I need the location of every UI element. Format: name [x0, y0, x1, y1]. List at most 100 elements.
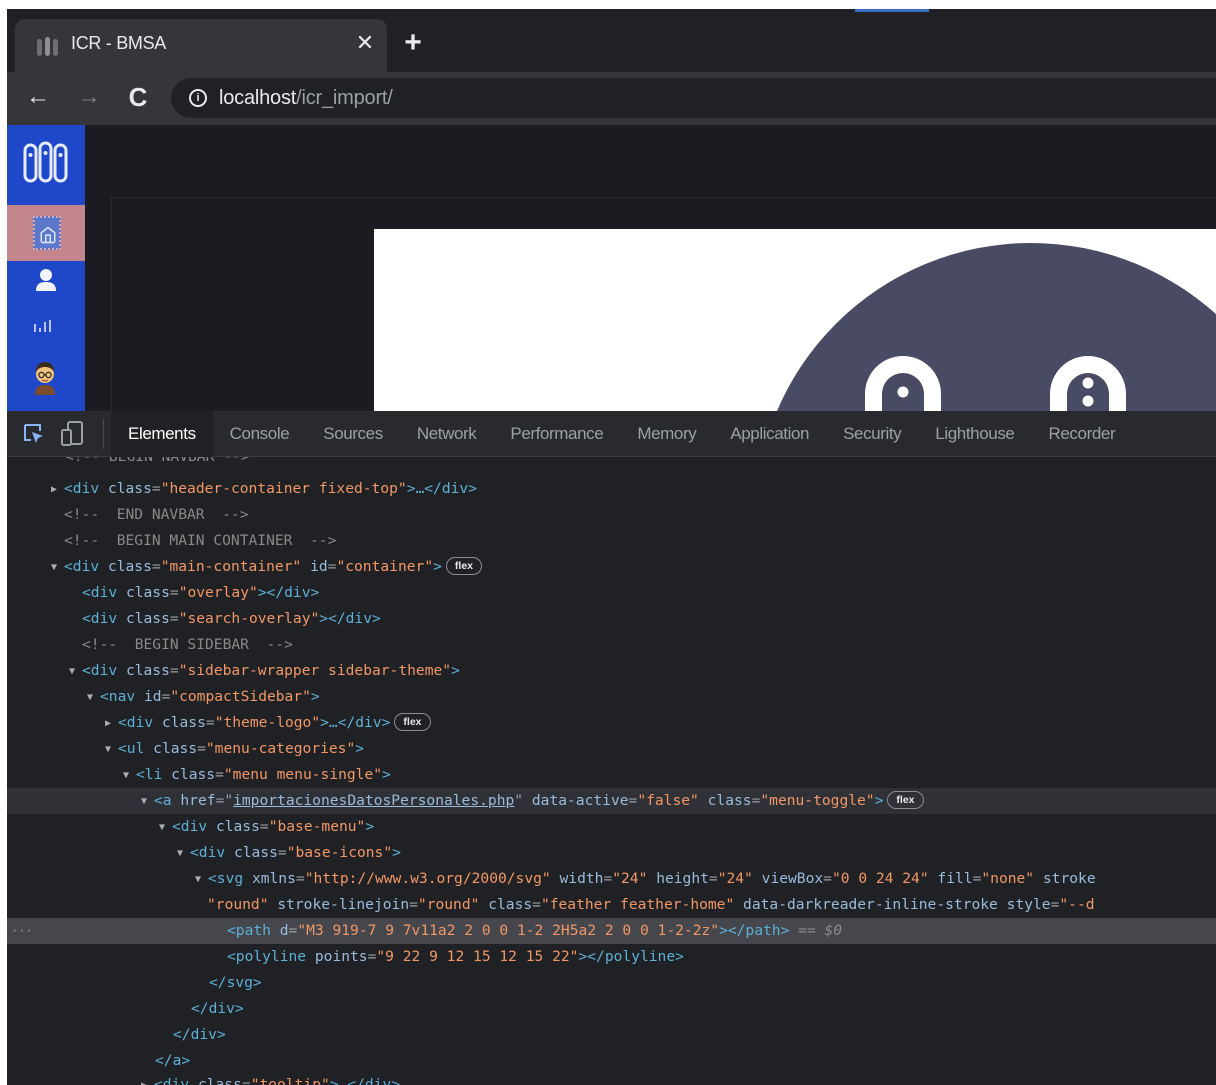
attr-name: class [125, 584, 170, 601]
collapsed-triangle-icon[interactable]: ▶ [51, 477, 64, 502]
tab-sources[interactable]: Sources [306, 411, 400, 457]
comment-text: <!-- END NAVBAR --> [64, 506, 249, 523]
dom-node[interactable]: ▼ <div class="sidebar-wrapper sidebar-the… [7, 658, 1216, 684]
dom-node-continuation[interactable]: "round" stroke-linejoin="round" class="f… [7, 892, 1216, 918]
tab-strip: ICR - BMSA ✕ + [7, 9, 1216, 72]
expanded-triangle-icon[interactable]: ▼ [105, 737, 118, 762]
browser-tab[interactable]: ICR - BMSA ✕ [15, 19, 387, 72]
tab-recorder[interactable]: Recorder [1031, 411, 1132, 457]
dom-node[interactable]: ▼ <nav id="compactSidebar"> [7, 684, 1216, 710]
info-icon[interactable]: i [189, 89, 207, 107]
dom-node[interactable]: ▼ <ul class="menu-categories"> [7, 736, 1216, 762]
collapsed-triangle-icon[interactable]: ▶ [105, 711, 118, 736]
tag-close: ></polyline> [578, 948, 684, 965]
attr-value: "menu-toggle" [760, 792, 875, 809]
attr-value: "M3 919-7 9 7v11a2 2 0 0 1-2 2H5a2 2 0 0… [297, 922, 720, 939]
chart-icon[interactable] [33, 319, 55, 333]
user-icon[interactable] [35, 268, 57, 292]
app-logo-icon[interactable] [23, 141, 69, 185]
expanded-triangle-icon[interactable]: ▼ [87, 685, 100, 710]
dom-node[interactable]: ▶ <div class="header-container fixed-top"… [7, 476, 1216, 502]
tag-name: <a [154, 792, 172, 809]
flex-badge[interactable]: flex [394, 713, 431, 731]
dom-node[interactable]: <!-- BEGIN NAVBAR --> [7, 457, 1216, 470]
attr-value: "menu menu-single" [223, 766, 383, 783]
attr-name: style [1006, 896, 1051, 913]
closing-tag: </div> [173, 1026, 226, 1043]
flex-badge[interactable]: flex [887, 791, 924, 809]
attr-name: id [310, 558, 328, 575]
expanded-triangle-icon[interactable]: ▼ [195, 867, 208, 892]
attr-value: "compactSidebar" [170, 688, 311, 705]
tab-security[interactable]: Security [826, 411, 918, 457]
attr-name: data-active [531, 792, 629, 809]
dom-node[interactable]: ▼ <div class="base-icons"> [7, 840, 1216, 866]
expanded-triangle-icon[interactable]: ▼ [51, 555, 64, 580]
device-toolbar-icon[interactable] [61, 421, 85, 447]
reload-button[interactable]: C [125, 84, 151, 110]
dom-node[interactable]: ▼ <svg xmlns="http://www.w3.org/2000/svg"… [7, 866, 1216, 892]
closing-tag: </div> [191, 1000, 244, 1017]
attr-name: class [125, 662, 170, 679]
tag-close: ></div> [257, 584, 320, 601]
avatar-icon[interactable] [31, 359, 59, 397]
dom-node[interactable]: <div class="overlay"></div> [7, 580, 1216, 606]
url-path: /icr_import/ [296, 87, 393, 109]
dom-node[interactable]: </div> [7, 996, 1216, 1022]
expanded-triangle-icon[interactable]: ▼ [159, 815, 172, 840]
address-bar[interactable]: i localhost/icr_import/ [171, 78, 1216, 118]
dom-node[interactable]: </a> [7, 1048, 1216, 1074]
tab-performance[interactable]: Performance [493, 411, 620, 457]
dom-node[interactable]: ▶ <div class="theme-logo">…</div> flex [7, 710, 1216, 736]
attr-name: class [153, 740, 198, 757]
dom-node[interactable]: ▶<div class="tooltip">…</div> [7, 1072, 1216, 1085]
sidebar-item-home[interactable] [7, 205, 85, 261]
tab-lighthouse[interactable]: Lighthouse [918, 411, 1031, 457]
tab-elements[interactable]: Elements [111, 411, 213, 457]
attr-value: "round" [417, 896, 480, 913]
node-actions-ellipsis[interactable]: ··· [11, 918, 33, 944]
url-host: localhost [219, 87, 297, 109]
close-tab-icon[interactable]: ✕ [353, 31, 377, 55]
attr-value: "main-container" [160, 558, 302, 575]
expanded-triangle-icon[interactable]: ▼ [69, 659, 82, 684]
large-logo-icon [777, 243, 1216, 411]
href-link[interactable]: importacionesDatosPersonales.php [233, 792, 514, 809]
attr-value: "feather feather-home" [540, 896, 735, 913]
back-button[interactable]: ← [25, 84, 51, 110]
attr-name: viewBox [761, 870, 824, 887]
dom-node[interactable]: ▼ <li class="menu menu-single"> [7, 762, 1216, 788]
dom-node[interactable]: <!-- BEGIN MAIN CONTAINER --> [7, 528, 1216, 554]
tag-name: <div [154, 1076, 190, 1085]
collapsed-triangle-icon[interactable]: ▶ [141, 1073, 154, 1085]
new-tab-button[interactable]: + [399, 28, 427, 58]
attr-value: "none" [981, 870, 1035, 887]
selected-node-marker: == $0 [789, 922, 843, 939]
forward-button[interactable]: → [76, 84, 102, 110]
tab-console[interactable]: Console [213, 411, 307, 457]
dom-node-hovered[interactable]: ▼ <a href="importacionesDatosPersonales.p… [7, 788, 1216, 814]
expanded-triangle-icon[interactable]: ▼ [123, 763, 136, 788]
attr-value: "http://www.w3.org/2000/svg" [304, 870, 551, 887]
flex-badge[interactable]: flex [445, 557, 482, 575]
dom-node[interactable]: <!-- END NAVBAR --> [7, 502, 1216, 528]
attr-name: class [215, 818, 260, 835]
dom-node-selected[interactable]: ··· <path d="M3 919-7 9 7v11a2 2 0 0 1-2 … [7, 918, 1216, 944]
attr-value: "sidebar-wrapper sidebar-theme" [178, 662, 452, 679]
dom-node[interactable]: <!-- BEGIN SIDEBAR --> [7, 632, 1216, 658]
dom-node[interactable]: </svg> [7, 970, 1216, 996]
dom-node[interactable]: ▼ <div class="base-menu"> [7, 814, 1216, 840]
inspect-element-icon[interactable] [23, 423, 45, 445]
expanded-triangle-icon[interactable]: ▼ [141, 789, 154, 814]
dom-node[interactable]: <polyline points="9 22 9 12 15 12 15 22"… [7, 944, 1216, 970]
tab-memory[interactable]: Memory [620, 411, 713, 457]
tab-network[interactable]: Network [400, 411, 494, 457]
url-text[interactable]: localhost/icr_import/ [219, 86, 393, 110]
expanded-triangle-icon[interactable]: ▼ [177, 841, 190, 866]
tag-close: > [451, 662, 460, 679]
dom-node[interactable]: </div> [7, 1022, 1216, 1048]
tab-application[interactable]: Application [713, 411, 826, 457]
dom-node[interactable]: <div class="search-overlay"></div> [7, 606, 1216, 632]
dom-node[interactable]: ▼ <div class="main-container" id="contain… [7, 554, 1216, 580]
page-viewport [7, 125, 1216, 411]
